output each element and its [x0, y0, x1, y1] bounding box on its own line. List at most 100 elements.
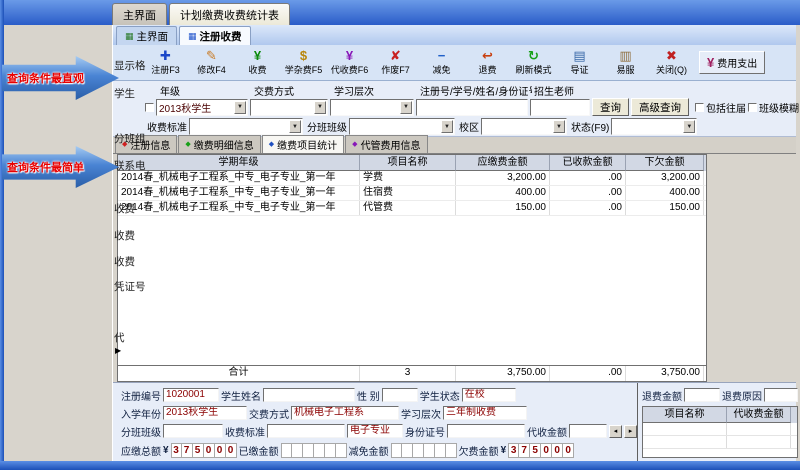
info-tab-label: 注册信息: [130, 137, 170, 152]
toolbar-button[interactable]: ↻刷新模式: [511, 46, 556, 80]
owed-digit: 0: [563, 443, 574, 458]
toolbar-button-icon: ▥: [619, 49, 631, 63]
info-tab-label: 缴费项目统计: [277, 137, 337, 152]
subtab-label: 主界面: [137, 29, 169, 44]
study-level-value: 三年制收费: [443, 406, 527, 420]
study-level-label: 学习层次: [401, 406, 441, 421]
toolbar-button[interactable]: ✚注册F3: [143, 46, 188, 80]
table-cell: .00: [550, 171, 626, 185]
toolbar-button[interactable]: −减免: [419, 46, 464, 80]
toolbar-button[interactable]: ▥易服: [603, 46, 648, 80]
campus-combo[interactable]: ▼: [481, 118, 567, 135]
query-controls-row-2: 收费标准▼分班班级▼校区▼状态(F9)▼: [145, 117, 796, 136]
total-row: 合计33,750.00.003,750.00: [118, 365, 706, 381]
grade-combo[interactable]: 2013秋学生▼: [156, 99, 248, 116]
query-field-label: 状态(F9): [571, 119, 609, 134]
query-controls-row: 2013秋学生▼▼▼查询高级查询包括往届班级模糊: [145, 97, 796, 117]
toolbar-button-icon: $: [300, 49, 307, 63]
yuan-sign: ¥: [501, 445, 507, 456]
diamond-icon: ◆: [352, 141, 357, 149]
table-cell: .00: [550, 186, 626, 200]
agent-table-cell: [727, 436, 791, 448]
fee-standard-label: 收费标准: [225, 424, 265, 439]
agent-table-row[interactable]: [643, 423, 797, 436]
toolbar-button[interactable]: ✖关闭(Q): [649, 46, 694, 80]
table-row[interactable]: 2014春_机械电子工程系_中专_电子专业_第一年学费3,200.00.003,…: [118, 171, 706, 186]
total-due-digit: 0: [204, 443, 215, 458]
refund-reason-label: 退费原因: [722, 388, 762, 403]
table-row[interactable]: 2014春_机械电子工程系_中专_电子专业_第一年代管费150.00.00150…: [118, 201, 706, 216]
include-past-checkbox[interactable]: [695, 103, 704, 112]
recruit-teacher-input[interactable]: [530, 99, 590, 116]
total-due-digits: 375000: [171, 443, 237, 458]
reg-no-label: 注册编号: [121, 388, 161, 403]
owed-digit: 7: [519, 443, 530, 458]
money-icon: ¥: [707, 56, 714, 70]
expense-button[interactable]: ¥费用支出: [699, 51, 765, 74]
table-row[interactable]: 2014春_机械电子工程系_中专_电子专业_第一年住宿费400.00.00400…: [118, 186, 706, 201]
refund-amount-value: [684, 388, 720, 402]
waive-label: 减免金额: [349, 443, 389, 458]
info-tab[interactable]: ◆注册信息: [115, 135, 177, 153]
student-search-input[interactable]: [416, 99, 528, 116]
query-field-label: 分班班级: [307, 119, 347, 134]
toolbar-button-icon: ↩: [482, 49, 493, 63]
agent-table-cell: [643, 436, 727, 448]
class-combo[interactable]: ▼: [349, 118, 455, 135]
registration-fee-window: ▦主界面▦注册收费 ✚注册F3✎修改F4¥收费$学杂费F5¥代收费F6✘作废F7…: [112, 25, 796, 461]
waive-digit: [424, 443, 435, 458]
info-tab[interactable]: ◆代管费用信息: [345, 135, 427, 153]
subtab[interactable]: ▦注册收费: [179, 26, 251, 45]
query-column-label: 交费方式: [254, 83, 332, 98]
diamond-icon: ◆: [269, 141, 274, 149]
subtab[interactable]: ▦主界面: [116, 26, 177, 45]
toolbar-button[interactable]: ✘作废F7: [373, 46, 418, 80]
info-tab[interactable]: ◆缴费明细信息: [178, 135, 260, 153]
agent-fee-table: 项目名称代收费金额: [642, 406, 798, 458]
paid-digits: [281, 443, 347, 458]
study-level-combo[interactable]: ▼: [330, 99, 414, 116]
total-cell: 3,750.00: [626, 366, 704, 381]
fee-standard-combo[interactable]: ▼: [189, 118, 303, 135]
grade-checkbox[interactable]: [145, 103, 154, 112]
total-due-digit: 3: [171, 443, 182, 458]
agent-table-row[interactable]: [643, 436, 797, 449]
toolbar-button[interactable]: ¥收费: [235, 46, 280, 80]
table-cell: 2014春_机械电子工程系_中专_电子专业_第一年: [118, 171, 360, 185]
column-header: 应缴费金额: [456, 155, 550, 171]
table-cell: 代管费: [360, 201, 456, 215]
column-header: 已收款金额: [550, 155, 626, 171]
diamond-icon: ◆: [122, 141, 127, 149]
total-cell: .00: [550, 366, 626, 381]
info-tab-label: 缴费明细信息: [194, 137, 254, 152]
window-tab[interactable]: 主界面: [112, 3, 167, 25]
query-panel: 年级交费方式学习层次注册号/学号/姓名/身份证号/家长招生老师 2013秋学生▼…: [113, 81, 796, 137]
class-fuzzy-checkbox[interactable]: [748, 103, 757, 112]
agent-column-header: 项目名称: [643, 407, 727, 423]
owed-digit: 3: [508, 443, 519, 458]
toolbar-button[interactable]: ✎修改F4: [189, 46, 234, 80]
status-combo[interactable]: ▼: [611, 118, 697, 135]
query-field-label: 校区: [459, 119, 479, 134]
table-header-row: 学期年级项目名称应缴费金额已收款金额下欠金额: [118, 155, 706, 171]
toolbar-button[interactable]: $学杂费F5: [281, 46, 326, 80]
info-tab[interactable]: ◆缴费项目统计: [262, 135, 344, 153]
owed-digit: 0: [541, 443, 552, 458]
student-detail-form: 注册编号 1020001 学生姓名 性 别 学生状态 在校 入学年份 2013秋…: [113, 382, 796, 461]
expense-button-label: 费用支出: [717, 55, 757, 70]
advanced-search-button[interactable]: 高级查询: [631, 98, 689, 116]
student-name-label: 学生姓名: [221, 388, 261, 403]
window-tab[interactable]: 计划缴费收费统计表: [169, 3, 290, 25]
total-due-digit: 5: [193, 443, 204, 458]
owed-digits: 375000: [508, 443, 574, 458]
toolbar-button[interactable]: ▤导证: [557, 46, 602, 80]
pay-method-combo[interactable]: ▼: [250, 99, 328, 116]
record-next-button[interactable]: ▸: [624, 425, 637, 438]
student-fields: 注册编号 1020001 学生姓名 性 别 学生状态 在校 入学年份 2013秋…: [113, 383, 637, 461]
search-button[interactable]: 查询: [592, 98, 629, 116]
table-cell: 400.00: [626, 186, 704, 200]
toolbar-button[interactable]: ¥代收费F6: [327, 46, 372, 80]
subtab-bar: ▦主界面▦注册收费: [113, 25, 796, 45]
record-prev-button[interactable]: ◂: [609, 425, 622, 438]
toolbar-button[interactable]: ↩退费: [465, 46, 510, 80]
